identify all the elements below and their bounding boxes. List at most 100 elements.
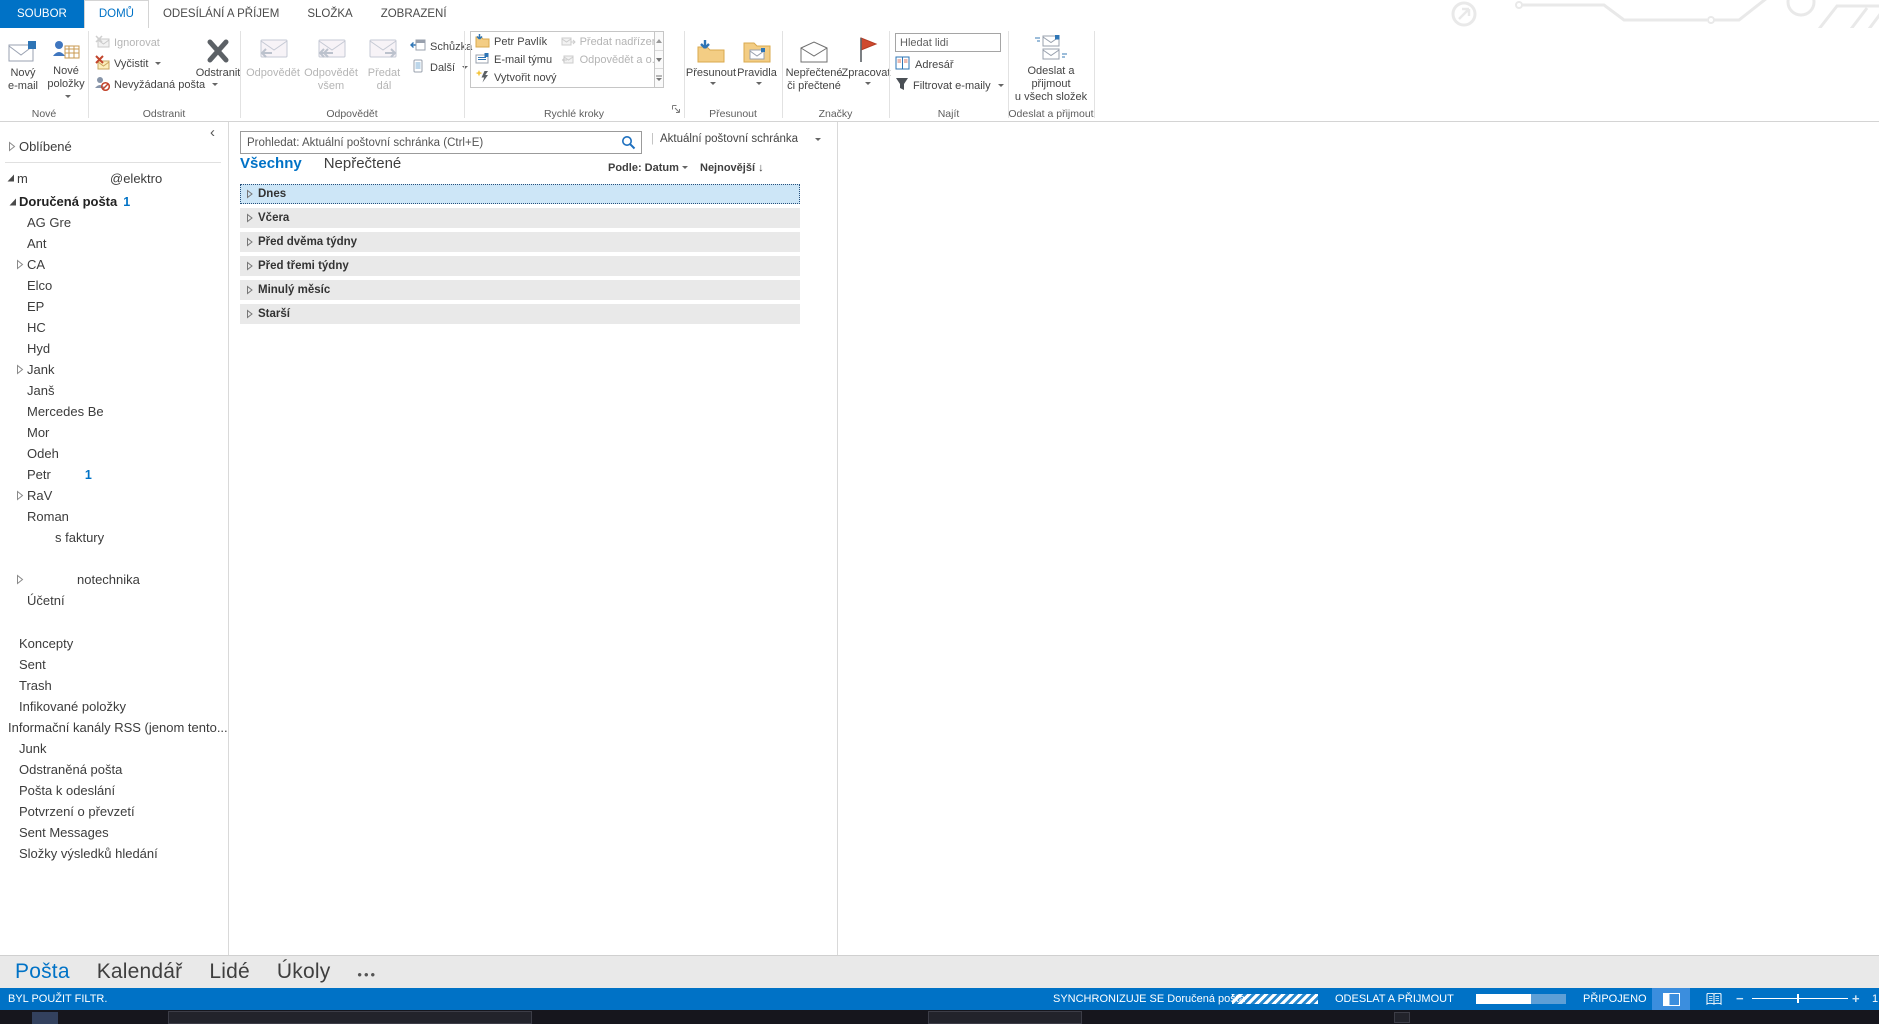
- zoom-slider[interactable]: [1752, 998, 1848, 999]
- zoom-in-button[interactable]: +: [1852, 988, 1860, 1010]
- folder-row[interactable]: Sent: [0, 654, 227, 675]
- tree-arrow-icon[interactable]: [16, 259, 27, 270]
- nav-more-button[interactable]: •••: [357, 963, 377, 982]
- quick-step-petr-pavlik[interactable]: Petr Pavlík: [475, 33, 557, 51]
- folder-row[interactable]: [0, 611, 227, 632]
- folder-row[interactable]: AG Gre: [0, 212, 227, 233]
- message-group-row[interactable]: Včera: [240, 208, 800, 228]
- folder-row[interactable]: Trash: [0, 675, 227, 696]
- follow-up-button[interactable]: Zpracovat: [844, 30, 888, 104]
- quick-steps-scroll-up[interactable]: [655, 32, 663, 51]
- tree-collapsed-icon[interactable]: [246, 213, 258, 223]
- sidebar-account[interactable]: m @elektro: [0, 165, 227, 191]
- search-scope-dropdown[interactable]: |Aktuální poštovní schránka: [651, 133, 823, 145]
- normal-view-button[interactable]: [1652, 988, 1690, 1010]
- message-group-row[interactable]: Před třemi týdny: [240, 256, 800, 276]
- folder-row[interactable]: Sent Messages: [0, 822, 227, 843]
- sort-by-dropdown[interactable]: Podle: Datum: [608, 162, 688, 174]
- quick-steps-dialog-launcher[interactable]: [671, 101, 681, 119]
- folder-row[interactable]: Infikované položky: [0, 696, 227, 717]
- sort-order-toggle[interactable]: Nejnovější ↓: [700, 162, 764, 174]
- folder-row[interactable]: Odstraněná pošta: [0, 759, 227, 780]
- new-items-button[interactable]: Nové položky: [46, 30, 86, 104]
- tab-all-messages[interactable]: Všechny: [240, 155, 302, 172]
- taskbar-icon[interactable]: [32, 1012, 58, 1024]
- reply-all-button[interactable]: Odpovědět všem: [302, 30, 360, 104]
- message-group-row[interactable]: Dnes: [240, 184, 800, 204]
- quick-steps-scroll-down[interactable]: [655, 51, 663, 70]
- folder-row[interactable]: Janš: [0, 380, 227, 401]
- tree-collapsed-icon[interactable]: [8, 141, 19, 152]
- folder-row[interactable]: Doručená pošta 1: [0, 191, 227, 212]
- taskbar-button[interactable]: [1394, 1012, 1410, 1023]
- folder-row[interactable]: Mercedes Be: [0, 401, 227, 422]
- folder-row[interactable]: Junk: [0, 738, 227, 759]
- tree-arrow-icon[interactable]: [16, 364, 27, 375]
- folder-row[interactable]: HC: [0, 317, 227, 338]
- folder-row[interactable]: Koncepty: [0, 633, 227, 654]
- folder-row[interactable]: Účetní: [0, 590, 227, 611]
- meeting-button[interactable]: Schůzka: [410, 36, 472, 57]
- message-group-row[interactable]: Starší: [240, 304, 800, 324]
- tree-arrow-icon[interactable]: [16, 574, 27, 585]
- tree-collapsed-icon[interactable]: [246, 189, 258, 199]
- mailbox-search-input[interactable]: [241, 137, 621, 149]
- folder-row[interactable]: s faktury: [0, 527, 227, 548]
- nav-tasks[interactable]: Úkoly: [277, 960, 331, 984]
- tab-send-receive[interactable]: ODESÍLÁNÍ A PŘÍJEM: [149, 0, 293, 28]
- message-group-row[interactable]: Minulý měsíc: [240, 280, 800, 300]
- sidebar-item-favorites[interactable]: Oblíbené: [0, 134, 227, 158]
- folder-row[interactable]: Odeh: [0, 443, 227, 464]
- zoom-out-button[interactable]: −: [1736, 988, 1744, 1010]
- tree-collapsed-icon[interactable]: [246, 237, 258, 247]
- tree-expanded-icon[interactable]: [6, 173, 17, 183]
- tab-view[interactable]: ZOBRAZENÍ: [367, 0, 461, 28]
- folder-row[interactable]: EP: [0, 296, 227, 317]
- filter-email-button[interactable]: Filtrovat e-maily: [895, 75, 1004, 96]
- folder-row[interactable]: Elco: [0, 275, 227, 296]
- unread-read-button[interactable]: Nepřečtené či přečtené: [784, 30, 844, 104]
- quick-steps-expand[interactable]: [655, 69, 663, 87]
- message-group-row[interactable]: Před dvěma týdny: [240, 232, 800, 252]
- tab-unread-messages[interactable]: Nepřečtené: [324, 155, 402, 172]
- folder-pane-divider[interactable]: [228, 122, 229, 955]
- more-respond-button[interactable]: Další: [410, 57, 472, 78]
- tree-arrow-icon[interactable]: [8, 197, 19, 207]
- new-email-button[interactable]: Nový e-mail: [2, 30, 44, 104]
- forward-button[interactable]: Předat dál: [362, 30, 406, 104]
- reply-button[interactable]: Odpovědět: [246, 30, 300, 104]
- tree-arrow-icon[interactable]: [16, 490, 27, 501]
- tab-folder[interactable]: SLOŽKA: [293, 0, 366, 28]
- reading-view-button[interactable]: [1698, 988, 1730, 1010]
- folder-row[interactable]: Hyd: [0, 338, 227, 359]
- search-icon[interactable]: [621, 135, 636, 150]
- folder-row[interactable]: Ant: [0, 233, 227, 254]
- folder-row[interactable]: RaV: [0, 485, 227, 506]
- nav-people[interactable]: Lidé: [209, 960, 250, 984]
- folder-row[interactable]: Jank: [0, 359, 227, 380]
- folder-row[interactable]: Roman: [0, 506, 227, 527]
- tab-file[interactable]: SOUBOR: [0, 0, 84, 28]
- nav-mail[interactable]: Pošta: [15, 960, 70, 984]
- folder-row[interactable]: CA: [0, 254, 227, 275]
- folder-row[interactable]: Informační kanály RSS (jenom tento...: [0, 717, 227, 738]
- folder-row[interactable]: Pošta k odeslání: [0, 780, 227, 801]
- delete-button[interactable]: Odstranit: [196, 30, 240, 104]
- quick-step-create-new[interactable]: Vytvořit nový: [475, 69, 557, 87]
- zoom-slider-thumb[interactable]: [1797, 994, 1799, 1003]
- folder-row[interactable]: Složky výsledků hledání: [0, 843, 227, 864]
- tree-collapsed-icon[interactable]: [246, 285, 258, 295]
- quick-step-reply-delete[interactable]: Odpovědět a o...: [561, 51, 654, 69]
- nav-calendar[interactable]: Kalendář: [97, 960, 183, 984]
- tree-collapsed-icon[interactable]: [246, 261, 258, 271]
- folder-row[interactable]: Mor: [0, 422, 227, 443]
- send-receive-status[interactable]: ODESLAT A PŘIJMOUT: [1335, 988, 1454, 1010]
- move-button[interactable]: Přesunout: [688, 30, 734, 104]
- rules-button[interactable]: Pravidla: [736, 30, 778, 104]
- address-book-button[interactable]: Adresář: [895, 54, 1004, 75]
- tab-home[interactable]: DOMŮ: [84, 0, 149, 28]
- quick-step-team-email[interactable]: E-mail týmu: [475, 51, 557, 69]
- taskbar-button[interactable]: [168, 1011, 532, 1024]
- search-people-input[interactable]: [896, 37, 1000, 49]
- quick-step-forward-manager[interactable]: Předat nadřízen...: [561, 33, 654, 51]
